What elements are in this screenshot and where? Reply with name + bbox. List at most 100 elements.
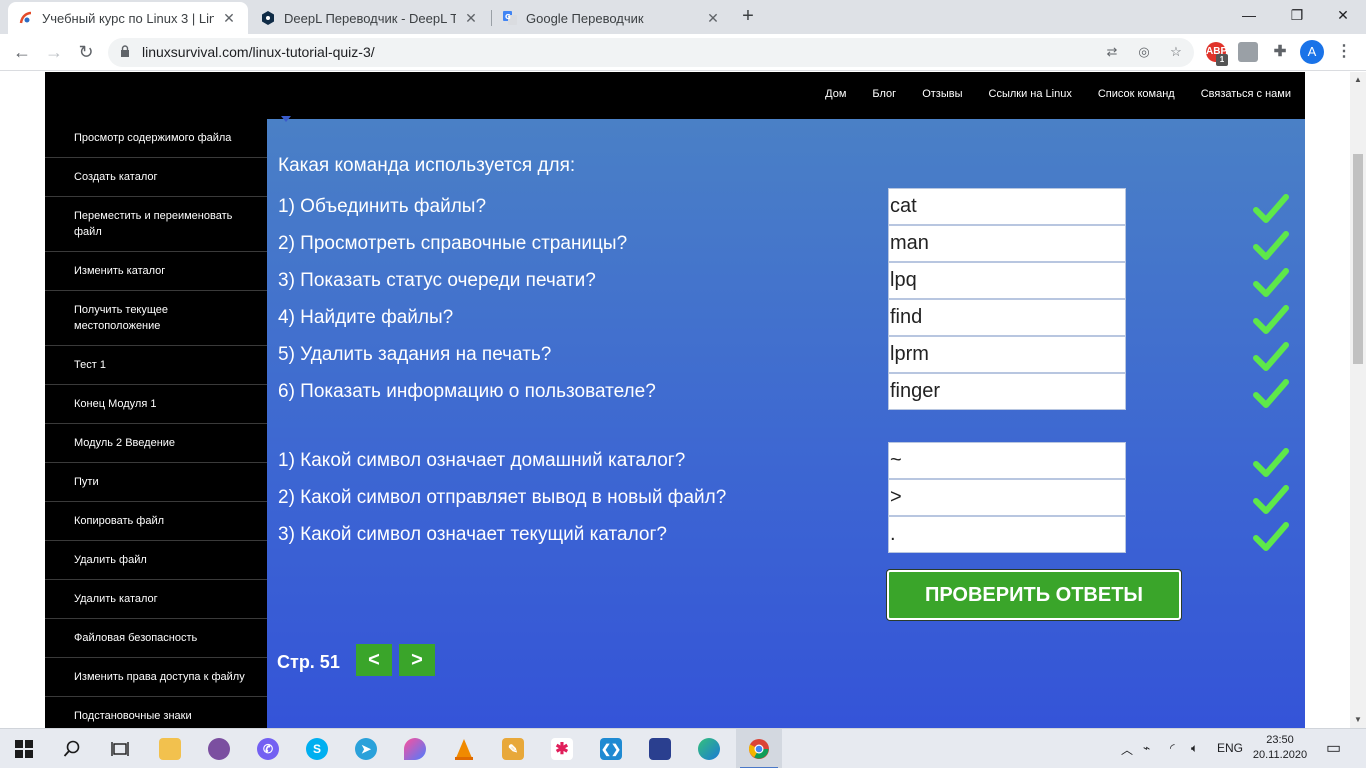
reload-button[interactable]: ↻ bbox=[74, 40, 98, 64]
wifi-icon[interactable]: ◜ bbox=[1170, 741, 1175, 755]
telegram-icon[interactable]: ➤ bbox=[346, 734, 386, 764]
droplet-app-icon[interactable] bbox=[395, 734, 435, 764]
back-button[interactable]: ← bbox=[10, 40, 34, 64]
nav-linux-links[interactable]: Ссылки на Linux bbox=[989, 88, 1072, 100]
address-bar[interactable]: linuxsurvival.com/linux-tutorial-quiz-3/… bbox=[108, 38, 1194, 67]
page-scrollbar[interactable]: ▲ ▼ bbox=[1350, 72, 1366, 728]
sidebar-item[interactable]: Удалить каталог bbox=[45, 580, 267, 619]
edge-icon[interactable] bbox=[689, 734, 729, 764]
forward-button[interactable]: → bbox=[42, 40, 66, 64]
answer-field[interactable] bbox=[888, 336, 1126, 373]
checkmark-icon bbox=[1253, 342, 1289, 371]
language-indicator[interactable]: ENG bbox=[1217, 741, 1243, 755]
viber-icon[interactable]: ✆ bbox=[248, 734, 288, 764]
tools-app-icon[interactable]: ✎ bbox=[493, 734, 533, 764]
page-number: Стр. 51 bbox=[277, 652, 340, 672]
answer-field[interactable] bbox=[888, 188, 1126, 225]
answer-field[interactable] bbox=[888, 516, 1126, 553]
nav-blog[interactable]: Блог bbox=[872, 88, 896, 100]
bookmark-star-icon[interactable]: ☆ bbox=[1166, 42, 1186, 62]
answer-field[interactable] bbox=[888, 479, 1126, 516]
question-text: 4) Найдите файлы? bbox=[278, 307, 454, 328]
sidebar-item[interactable]: Конец Модуля 1 bbox=[45, 385, 267, 424]
profile-avatar[interactable]: A bbox=[1300, 40, 1324, 64]
tray-chevron-icon[interactable]: ︿ bbox=[1121, 741, 1133, 758]
sidebar-item[interactable]: Модуль 2 Введение bbox=[45, 424, 267, 463]
chrome-icon[interactable] bbox=[739, 734, 779, 764]
question-text: 1) Какой символ означает домашний катало… bbox=[278, 450, 686, 471]
vscode-icon[interactable]: ❮❯ bbox=[591, 734, 631, 764]
quiz-panel: Какая команда используется для: 1) Объед… bbox=[267, 119, 1305, 728]
profile-extension-icon[interactable] bbox=[1238, 42, 1258, 62]
quiz-question: 3) Какой символ означает текущий каталог… bbox=[267, 516, 1305, 553]
linuxsurvival-favicon bbox=[18, 10, 34, 26]
sidebar-item[interactable]: Получить текущее местоположение bbox=[45, 291, 267, 346]
answer-field[interactable] bbox=[888, 225, 1126, 262]
checkmark-icon bbox=[1253, 231, 1289, 260]
next-page-button[interactable]: > bbox=[399, 644, 435, 676]
minimize-button[interactable]: — bbox=[1226, 0, 1272, 30]
sidebar-item[interactable]: Копировать файл bbox=[45, 502, 267, 541]
file-explorer-icon[interactable] bbox=[150, 734, 190, 764]
answer-field[interactable] bbox=[888, 299, 1126, 336]
question-text: 3) Показать статус очереди печати? bbox=[278, 270, 596, 291]
lock-icon bbox=[121, 45, 129, 57]
sidebar-item[interactable]: Переместить и переименовать файл bbox=[45, 197, 267, 252]
sidebar-item[interactable]: Создать каталог bbox=[45, 158, 267, 197]
vlc-icon[interactable] bbox=[444, 734, 484, 764]
volume-icon[interactable]: 🔈︎ bbox=[1191, 741, 1198, 756]
close-tab-icon[interactable]: ✕ bbox=[220, 10, 238, 27]
sidebar-item[interactable]: Изменить каталог bbox=[45, 252, 267, 291]
quiz-question: 5) Удалить задания на печать? bbox=[267, 336, 1305, 373]
scroll-up-arrow[interactable]: ▲ bbox=[1350, 72, 1366, 88]
sidebar-item[interactable]: Удалить файл bbox=[45, 541, 267, 580]
extensions-puzzle-icon[interactable]: ✚ bbox=[1270, 42, 1290, 62]
answer-field[interactable] bbox=[888, 262, 1126, 299]
deepl-favicon bbox=[260, 10, 276, 26]
scrollbar-thumb[interactable] bbox=[1353, 154, 1363, 364]
sidebar-item[interactable]: Подстановочные знаки bbox=[45, 697, 267, 728]
close-tab-icon[interactable]: ✕ bbox=[462, 10, 480, 27]
new-tab-button[interactable]: + bbox=[737, 5, 759, 27]
maximize-button[interactable]: ❐ bbox=[1274, 0, 1320, 30]
notifications-icon[interactable]: ▭ bbox=[1326, 738, 1341, 758]
hide-eye-icon[interactable]: ◎ bbox=[1134, 42, 1154, 62]
question-text: 5) Удалить задания на печать? bbox=[278, 344, 552, 365]
answer-field[interactable] bbox=[888, 442, 1126, 479]
nav-contact[interactable]: Связаться с нами bbox=[1201, 88, 1291, 100]
lesson-sidebar: Просмотр содержимого файла Создать катал… bbox=[45, 119, 267, 728]
nav-reviews[interactable]: Отзывы bbox=[922, 88, 962, 100]
clock-date: 20.11.2020 bbox=[1252, 749, 1308, 761]
nav-command-list[interactable]: Список команд bbox=[1098, 88, 1175, 100]
close-tab-icon[interactable]: ✕ bbox=[704, 10, 722, 27]
search-icon[interactable] bbox=[52, 734, 92, 764]
browser-menu-icon[interactable]: ⋮ bbox=[1334, 42, 1354, 62]
sidebar-item[interactable]: Изменить права доступа к файлу bbox=[45, 658, 267, 697]
tab-google-translate[interactable]: G Google Переводчик ✕ bbox=[492, 2, 732, 34]
quiz-question: 4) Найдите файлы? bbox=[267, 299, 1305, 336]
translate-icon[interactable]: ⇄ bbox=[1102, 42, 1122, 62]
tab-deepl[interactable]: DeepL Переводчик - DeepL Trans ✕ bbox=[250, 2, 490, 34]
network-device-icon[interactable]: ⌁ bbox=[1143, 741, 1150, 755]
tor-browser-icon[interactable] bbox=[199, 734, 239, 764]
browser-toolbar: ← → ↻ linuxsurvival.com/linux-tutorial-q… bbox=[0, 34, 1366, 71]
windows-taskbar: ✆ S ➤ ✎ ✱ ❮❯ ︿ ⌁ ◜ 🔈︎ ENG 23:50 20.11.20… bbox=[0, 728, 1366, 768]
save-disk-app-icon[interactable] bbox=[640, 734, 680, 764]
skype-icon[interactable]: S bbox=[297, 734, 337, 764]
sidebar-item[interactable]: Тест 1 bbox=[45, 346, 267, 385]
nav-home[interactable]: Дом bbox=[825, 88, 846, 100]
task-view-icon[interactable] bbox=[100, 734, 140, 764]
scroll-down-arrow[interactable]: ▼ bbox=[1350, 712, 1366, 728]
check-answers-button[interactable]: ПРОВЕРИТЬ ОТВЕТЫ bbox=[887, 570, 1181, 620]
windows-start-icon[interactable] bbox=[4, 734, 44, 764]
sidebar-item[interactable]: Пути bbox=[45, 463, 267, 502]
extension-badge: 1 bbox=[1216, 54, 1228, 66]
sidebar-item[interactable]: Файловая безопасность bbox=[45, 619, 267, 658]
slack-icon[interactable]: ✱ bbox=[542, 734, 582, 764]
system-clock[interactable]: 23:50 20.11.2020 bbox=[1250, 733, 1310, 763]
answer-field[interactable] bbox=[888, 373, 1126, 410]
tab-linux-tutorial[interactable]: Учебный курс по Linux 3 | Linux ✕ bbox=[8, 2, 248, 34]
sidebar-item[interactable]: Просмотр содержимого файла bbox=[45, 119, 267, 158]
close-window-button[interactable]: ✕ bbox=[1320, 0, 1366, 30]
prev-page-button[interactable]: < bbox=[356, 644, 392, 676]
